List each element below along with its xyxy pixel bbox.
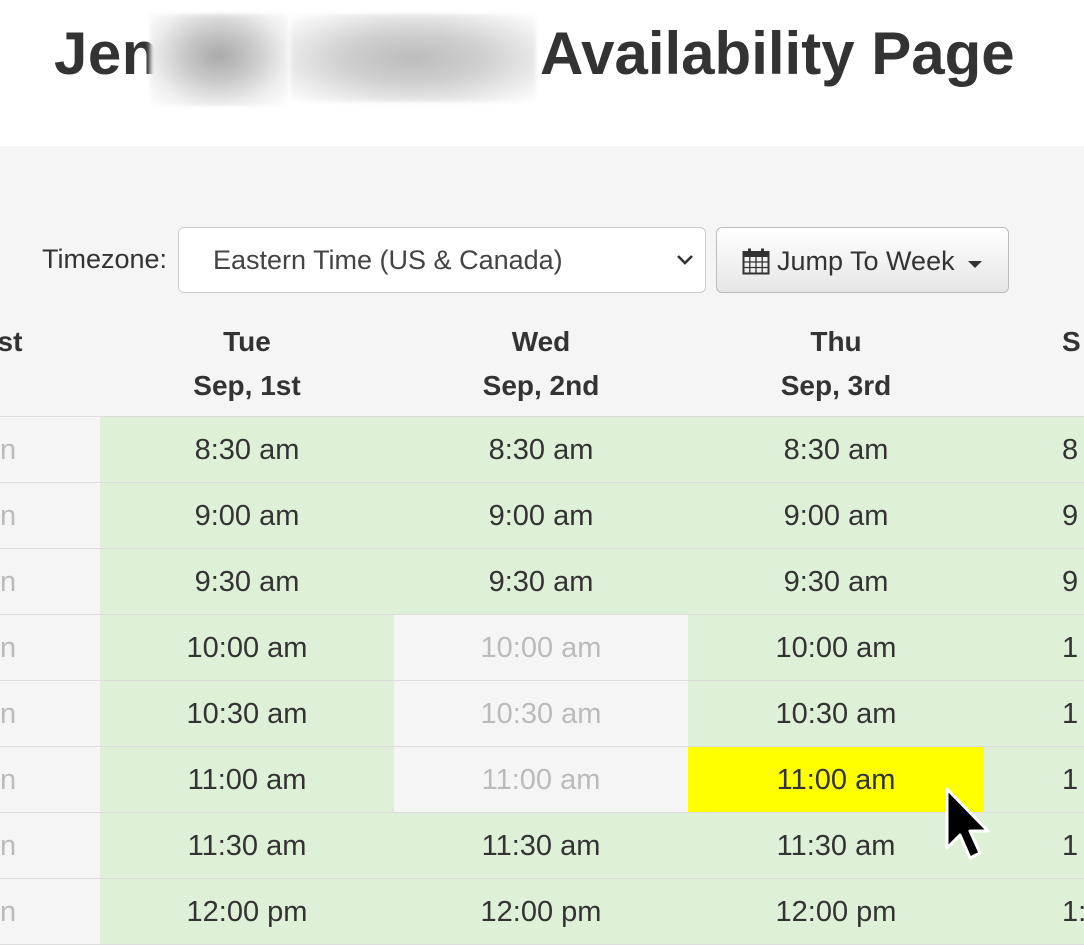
column-date: Sep, 3rd: [780, 370, 892, 401]
time-slot-available[interactable]: 1: [984, 681, 1084, 747]
page-title-prefix: Jen: [54, 20, 159, 87]
time-slot-available[interactable]: 10:30 am: [688, 681, 984, 747]
calendar-icon: [742, 248, 770, 275]
time-slot: n: [0, 879, 100, 945]
time-slot-available[interactable]: 12:00 pm: [394, 879, 688, 945]
time-slot-available[interactable]: 11:00 am: [100, 747, 394, 813]
time-slot-available[interactable]: 1:: [984, 879, 1084, 945]
timezone-selected-value: Eastern Time (US & Canada): [213, 245, 563, 275]
mouse-cursor-icon: [945, 787, 990, 860]
column-day: Tue: [223, 326, 271, 357]
redacted-name-block: [150, 14, 288, 106]
time-slot-available[interactable]: 10:00 am: [688, 615, 984, 681]
time-slot-unavailable: 11:00 am: [394, 747, 688, 813]
timezone-select[interactable]: Eastern Time (US & Canada): [178, 227, 706, 293]
time-slot-available[interactable]: 1: [984, 747, 1084, 813]
column-day: Thu: [810, 326, 862, 357]
time-slot-available[interactable]: 8:30 am: [394, 417, 688, 483]
time-slot-available[interactable]: 1: [984, 615, 1084, 681]
time-slot-available[interactable]: 11:30 am: [100, 813, 394, 879]
time-slot-available[interactable]: 11:30 am: [394, 813, 688, 879]
availability-grid: st Tue Sep, 1st Wed Sep, 2nd Thu Sep, 3r…: [0, 308, 1084, 945]
time-slot-unavailable: 10:00 am: [394, 615, 688, 681]
time-slot-available[interactable]: 9:00 am: [100, 483, 394, 549]
column-date: Sep, 2nd: [482, 370, 600, 401]
jump-to-week-label: Jump To Week: [777, 246, 955, 276]
time-slot-available[interactable]: 9: [984, 549, 1084, 615]
column-date: st: [0, 326, 23, 357]
time-slot-available[interactable]: 9:30 am: [394, 549, 688, 615]
time-slot: n: [0, 681, 100, 747]
column-header-partial-left: st: [0, 308, 40, 416]
chevron-down-icon: [677, 255, 693, 265]
column-date: S: [1062, 326, 1081, 357]
time-slot-available[interactable]: 9: [984, 483, 1084, 549]
time-slot-available[interactable]: 9:00 am: [394, 483, 688, 549]
page-title-suffix: Availability Page: [540, 20, 1015, 87]
page-header: Jen Availability Page: [0, 0, 1084, 146]
time-slot-available[interactable]: 10:30 am: [100, 681, 394, 747]
column-header-wed: Wed Sep, 2nd: [394, 308, 688, 416]
time-slot-available[interactable]: 12:00 pm: [100, 879, 394, 945]
time-slot: n: [0, 747, 100, 813]
caret-down-icon: [968, 261, 982, 268]
time-slot-available[interactable]: 10:00 am: [100, 615, 394, 681]
column-header-tue: Tue Sep, 1st: [100, 308, 394, 416]
time-slot: n: [0, 813, 100, 879]
time-slot: n: [0, 417, 100, 483]
time-slot: n: [0, 483, 100, 549]
time-slot-available[interactable]: 9:30 am: [100, 549, 394, 615]
time-slot-available[interactable]: 11:30 am: [688, 813, 984, 879]
time-slot-available[interactable]: 9:30 am: [688, 549, 984, 615]
column-header-partial-right: S: [1062, 308, 1084, 416]
time-slot-available[interactable]: 1: [984, 813, 1084, 879]
time-slot: n: [0, 549, 100, 615]
jump-to-week-button[interactable]: Jump To Week: [716, 227, 1009, 293]
redacted-name-block: [290, 14, 536, 102]
time-slot-available[interactable]: 12:00 pm: [688, 879, 984, 945]
time-slot-available[interactable]: 8: [984, 417, 1084, 483]
time-slot-available[interactable]: 8:30 am: [100, 417, 394, 483]
column-day: Wed: [511, 326, 571, 357]
column-header-thu: Thu Sep, 3rd: [688, 308, 984, 416]
time-slot-highlighted[interactable]: 11:00 am: [688, 747, 984, 813]
column-date: Sep, 1st: [193, 370, 301, 401]
time-slot-available[interactable]: 9:00 am: [688, 483, 984, 549]
time-slot: n: [0, 615, 100, 681]
timezone-label: Timezone:: [42, 244, 168, 274]
toolbar-panel: Timezone: Eastern Time (US & Canada) Jum…: [0, 146, 1084, 309]
time-slot-unavailable: 10:30 am: [394, 681, 688, 747]
time-slot-available[interactable]: 8:30 am: [688, 417, 984, 483]
